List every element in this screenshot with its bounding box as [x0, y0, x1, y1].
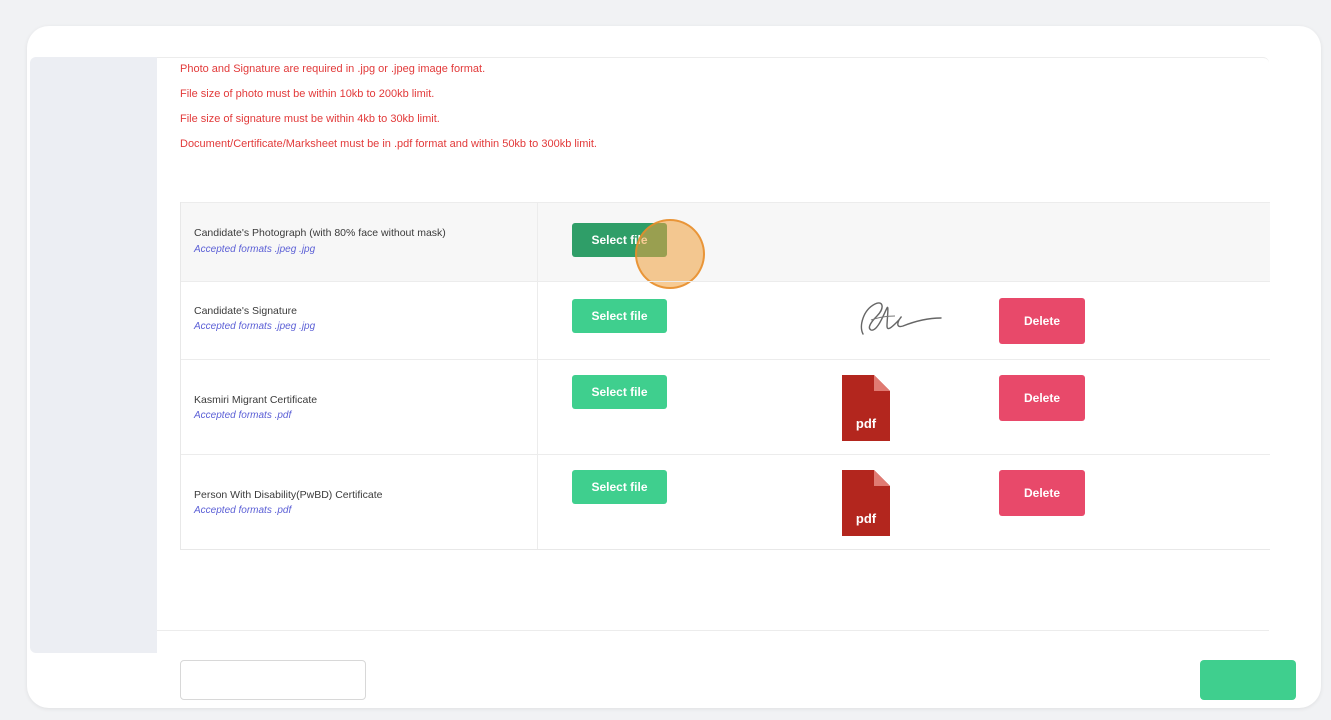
- upload-label-cell: Candidate's Signature Accepted formats .…: [181, 282, 538, 359]
- pdf-label: pdf: [855, 511, 877, 526]
- upload-label: Candidate's Photograph (with 80% face wi…: [194, 227, 446, 239]
- accepted-formats: Accepted formats .pdf: [194, 505, 292, 516]
- delete-migrant-certificate-button[interactable]: Delete: [999, 375, 1085, 421]
- instruction-item: Document/Certificate/Marksheet must be i…: [180, 138, 597, 150]
- signature-image: [860, 302, 942, 335]
- sidebar: [30, 57, 157, 653]
- delete-signature-button[interactable]: Delete: [999, 298, 1085, 344]
- accepted-formats: Accepted formats .jpeg .jpg: [194, 244, 316, 255]
- upload-instructions: Photo and Signature are required in .jpg…: [180, 63, 597, 163]
- accepted-formats: Accepted formats .jpeg .jpg: [194, 321, 316, 332]
- select-migrant-certificate-button[interactable]: Select file: [572, 375, 667, 409]
- pdf-file-icon: pdf: [842, 375, 890, 441]
- upload-row-pwbd-certificate: Person With Disability(PwBD) Certificate…: [181, 454, 1270, 549]
- upload-row-signature: Candidate's Signature Accepted formats .…: [181, 281, 1270, 359]
- select-photo-button[interactable]: Select file: [572, 223, 667, 257]
- pdf-file-icon: pdf: [842, 470, 890, 536]
- next-button[interactable]: [1200, 660, 1296, 700]
- select-signature-button[interactable]: Select file: [572, 299, 667, 333]
- pdf-label: pdf: [855, 416, 877, 431]
- instruction-item: File size of signature must be within 4k…: [180, 113, 440, 125]
- select-pwbd-certificate-button[interactable]: Select file: [572, 470, 667, 504]
- accepted-formats: Accepted formats .pdf: [194, 410, 292, 421]
- instruction-item: File size of photo must be within 10kb t…: [180, 88, 435, 100]
- footer-divider: [157, 630, 1269, 631]
- upload-label-cell: Kasmiri Migrant Certificate Accepted for…: [181, 360, 538, 454]
- upload-label: Candidate's Signature: [194, 305, 297, 317]
- upload-row-migrant-certificate: Kasmiri Migrant Certificate Accepted for…: [181, 359, 1270, 454]
- upload-label-cell: Candidate's Photograph (with 80% face wi…: [181, 203, 538, 281]
- upload-table: Candidate's Photograph (with 80% face wi…: [180, 202, 1270, 550]
- delete-pwbd-certificate-button[interactable]: Delete: [999, 470, 1085, 516]
- upload-label: Kasmiri Migrant Certificate: [194, 394, 318, 406]
- upload-row-photograph: Candidate's Photograph (with 80% face wi…: [181, 202, 1270, 289]
- back-button[interactable]: [180, 660, 366, 700]
- upload-label-cell: Person With Disability(PwBD) Certificate…: [181, 455, 538, 549]
- upload-section: Photo and Signature are required in .jpg…: [157, 57, 1270, 683]
- instruction-item: Photo and Signature are required in .jpg…: [180, 63, 486, 75]
- upload-label: Person With Disability(PwBD) Certificate: [194, 489, 383, 501]
